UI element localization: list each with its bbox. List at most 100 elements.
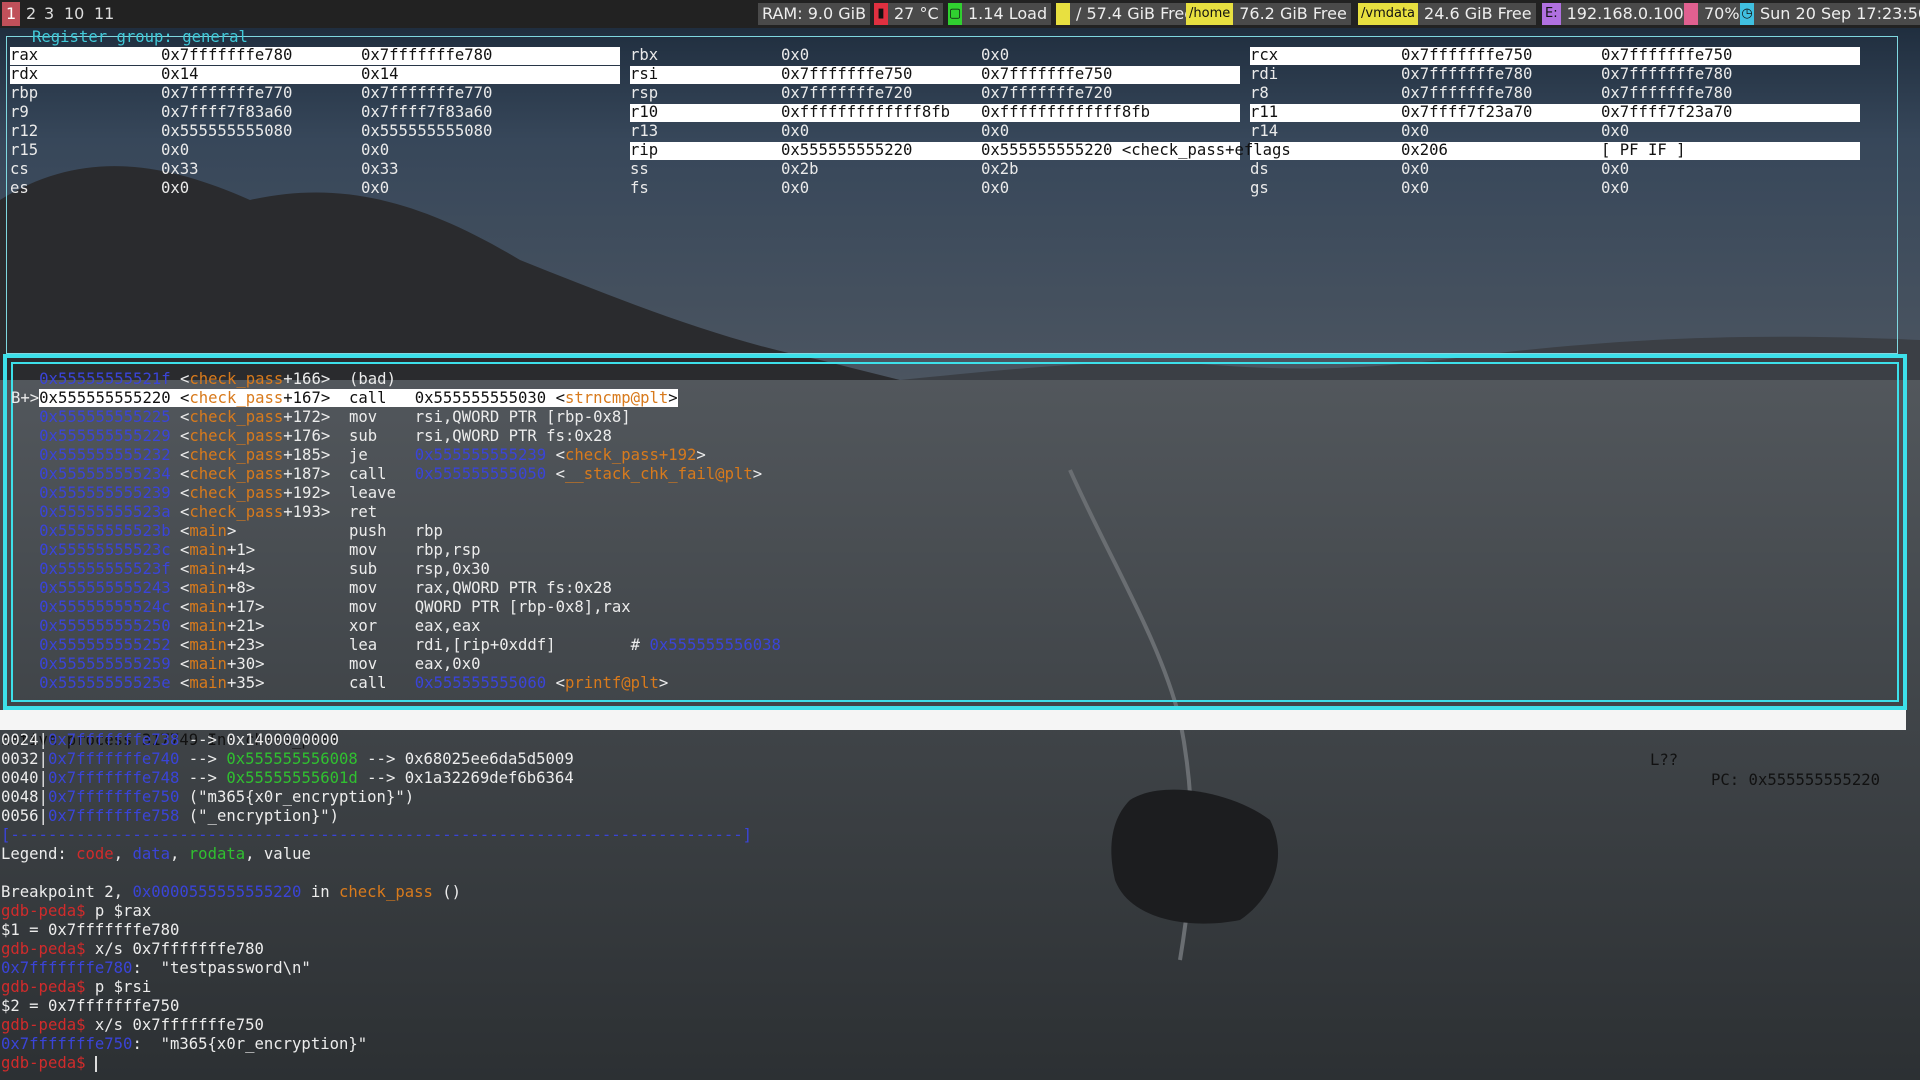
- register-value: 0x0: [1601, 122, 1630, 140]
- current-instruction-line[interactable]: B+>0x555555555220 <check_pass+167> call …: [11, 389, 678, 408]
- workspace-10-button[interactable]: 10: [62, 2, 86, 26]
- function-symbol: check_pass: [189, 446, 284, 464]
- call-target: check_pass+192: [564, 446, 697, 464]
- instruction-line[interactable]: 0x55555555525e <main+35> call 0x55555555…: [11, 674, 668, 693]
- line-indicator: L??: [1650, 751, 1679, 769]
- instruction-line[interactable]: 0x55555555523a <check_pass+193> ret: [11, 503, 415, 522]
- function-symbol: main: [189, 560, 227, 578]
- root-label: /: [1076, 4, 1082, 23]
- stack-line: 0024|0x7fffffffe738 --> 0x1400000000: [1, 731, 339, 750]
- register-highlight: [1250, 104, 1860, 122]
- register-name: rsp: [630, 84, 659, 102]
- register-value: 0xfffffffffffff8fb: [981, 103, 1150, 121]
- function-symbol: main: [189, 636, 227, 654]
- instruction-line[interactable]: 0x55555555523b <main> push rbp: [11, 522, 443, 541]
- stack-value: --> 0x1400000000: [179, 731, 339, 749]
- workspace-2-button[interactable]: 2: [24, 2, 38, 26]
- register-value: 0x555555555080: [361, 122, 493, 140]
- instruction-line[interactable]: 0x555555555229 <check_pass+176> sub rsi,…: [11, 427, 612, 446]
- register-value: 0x0: [361, 179, 390, 197]
- register-name: r12: [10, 122, 39, 140]
- stack-address: 0x7fffffffe740: [47, 750, 180, 768]
- opcode: sub: [349, 560, 378, 578]
- stack-value: ("_encryption}"): [179, 807, 339, 825]
- register-group-title: Register group: general: [32, 28, 248, 46]
- register-name: r15: [10, 141, 39, 159]
- instruction-body: 0x55555555523c <main+1> mov rbp,rsp: [39, 541, 481, 559]
- instruction-line[interactable]: 0x555555555243 <main+8> mov rax,QWORD PT…: [11, 579, 612, 598]
- register-hex: 0x0: [1401, 122, 1430, 140]
- register-name: rbx: [630, 46, 659, 64]
- stack-offset: 0032|: [1, 750, 48, 768]
- load-label: 1.14 Load: [968, 4, 1048, 23]
- register-name: ds: [1250, 160, 1269, 178]
- register-value: 0x555555555220 <check_pass+eflags: [981, 141, 1291, 159]
- instruction-line[interactable]: 0x55555555521f <check_pass+166> (bad): [11, 370, 415, 389]
- register-highlight: [1250, 47, 1860, 65]
- register-value: 0x33: [361, 160, 399, 178]
- instruction-line[interactable]: 0x555555555250 <main+21> xor eax,eax: [11, 617, 480, 636]
- function-symbol: check_pass: [189, 503, 284, 521]
- opcode: call: [349, 465, 387, 483]
- opcode: mov: [349, 541, 378, 559]
- i3-status-bar: 1 2 3 10 11 RAM: 9.0 GiB ▮ 27 °C ▢ 1.14 Lo…: [0, 0, 1920, 28]
- operands: rdi,[rip+0xddf]: [414, 636, 556, 654]
- opcode: call: [349, 389, 387, 407]
- instruction-line[interactable]: 0x555555555232 <check_pass+185> je 0x555…: [11, 446, 706, 465]
- instruction-body: 0x555555555225 <check_pass+172> mov rsi,…: [39, 408, 631, 426]
- function-symbol: main: [189, 598, 227, 616]
- stack-address: 0x7fffffffe738: [47, 731, 180, 749]
- register-name: rdx: [10, 65, 39, 83]
- operands: QWORD PTR [rbp-0x8],rax: [414, 598, 631, 616]
- register-hex: 0x14: [161, 65, 199, 83]
- legend-line: Legend: code, data, rodata, value: [1, 845, 311, 863]
- instruction-line[interactable]: 0x55555555524c <main+17> mov QWORD PTR […: [11, 598, 631, 617]
- operands: eax,0x0: [414, 655, 481, 673]
- register-value: 0x14: [361, 65, 399, 83]
- breakpoint-address: 0x0000555555555220: [132, 883, 302, 901]
- register-name: r9: [10, 103, 29, 121]
- vmdata-disk-block: /vmdata 24.6 GiB Free: [1358, 3, 1536, 25]
- register-name: r14: [1250, 122, 1279, 140]
- instruction-line[interactable]: 0x555555555234 <check_pass+187> call 0x5…: [11, 465, 762, 484]
- network-block: E: 192.168.0.100: [1542, 3, 1688, 25]
- breakpoint-marker: [11, 598, 39, 616]
- workspace-3-button[interactable]: 3: [42, 2, 56, 26]
- output-address: 0x7fffffffe780: [1, 959, 133, 977]
- instruction-line[interactable]: 0x55555555523f <main+4> sub rsp,0x30: [11, 560, 490, 579]
- register-hex: 0x7fffffffe720: [781, 84, 913, 102]
- stack-offset: 0040|: [1, 769, 48, 787]
- active-prompt-line: gdb-peda$: [1, 1054, 97, 1073]
- workspace-11-button[interactable]: 11: [92, 2, 116, 26]
- instruction-address: 0x555555555243: [39, 579, 171, 597]
- register-hex: 0x0: [161, 179, 190, 197]
- opcode: mov: [349, 408, 378, 426]
- instruction-line[interactable]: 0x555555555259 <main+30> mov eax,0x0: [11, 655, 480, 674]
- breakpoint-text: Breakpoint 2,: [1, 883, 133, 901]
- load-block: ▢ 1.14 Load: [948, 3, 1052, 25]
- text-cursor: [94, 1055, 97, 1072]
- home-label: /home: [1186, 3, 1234, 25]
- instruction-line[interactable]: 0x555555555239 <check_pass+192> leave: [11, 484, 415, 503]
- command-line: gdb-peda$ x/s 0x7fffffffe780: [1, 940, 264, 959]
- stack-value: -->: [179, 769, 227, 787]
- symbol-offset: +176>: [283, 427, 331, 445]
- cpu-icon: ▢: [948, 3, 962, 25]
- legend-value: , value: [245, 845, 311, 863]
- instruction-body: 0x555555555252 <main+23> lea rdi,[rip+0x…: [39, 636, 781, 654]
- instruction-address: 0x555555555239: [39, 484, 171, 502]
- register-value: 0x0: [1601, 179, 1630, 197]
- instruction-line[interactable]: 0x555555555252 <main+23> lea rdi,[rip+0x…: [11, 636, 781, 655]
- breakpoint-marker: [11, 522, 39, 540]
- instruction-line[interactable]: 0x55555555523c <main+1> mov rbp,rsp: [11, 541, 480, 560]
- output-string: : "m365{x0r_encryption}": [132, 1035, 368, 1053]
- workspace-1-button[interactable]: 1: [2, 2, 21, 26]
- register-value: 0x7ffff7f23a70: [1601, 103, 1733, 121]
- instruction-line[interactable]: 0x555555555225 <check_pass+172> mov rsi,…: [11, 408, 631, 427]
- instruction-body: 0x555555555243 <main+8> mov rax,QWORD PT…: [39, 579, 612, 597]
- symbol-offset: +8>: [226, 579, 256, 597]
- separator: [---------------------------------------…: [1, 826, 753, 844]
- breakpoint-in: in: [301, 883, 339, 901]
- register-hex: 0xfffffffffffff8fb: [781, 103, 950, 121]
- command-line: gdb-peda$ p $rsi: [1, 978, 151, 997]
